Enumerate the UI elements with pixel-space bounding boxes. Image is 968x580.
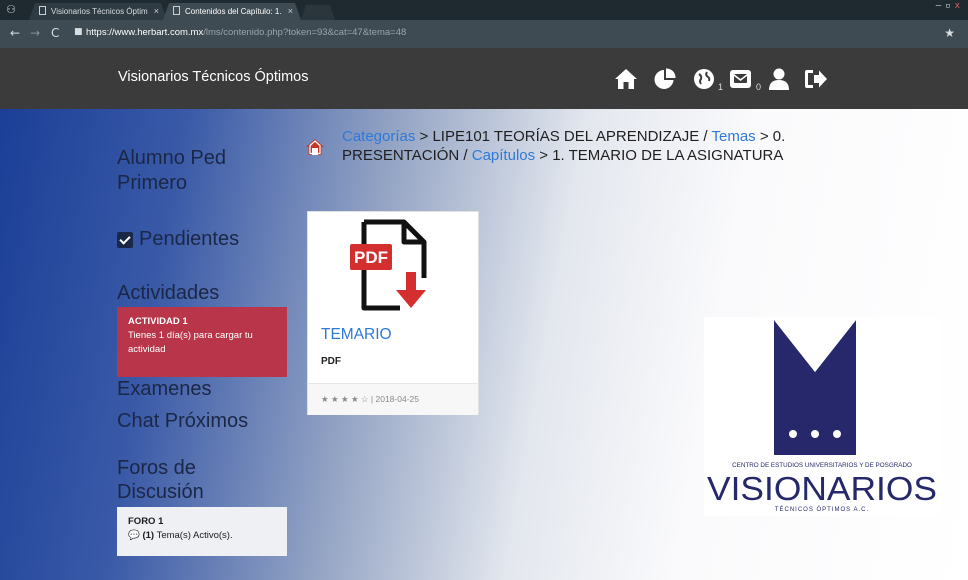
breadcrumb-chapters-link[interactable]: Capítulos [472, 147, 535, 164]
breadcrumb-course: > LIPE101 TEORÍAS DEL APRENDIZAJE / [415, 128, 712, 145]
new-tab-button[interactable] [301, 5, 335, 20]
forum-status: 💬 (1) Tema(s) Activo(s). [128, 530, 276, 541]
brand-name[interactable]: Visionarios Técnicos Óptimos [118, 69, 308, 85]
forum-topic-count: (1) [142, 530, 155, 541]
pending-link[interactable]: Pendientes [117, 228, 239, 251]
tab-label: Contenidos del Capítulo: 1. [185, 7, 282, 16]
comment-icon: 💬 [128, 530, 140, 541]
home-icon[interactable] [613, 68, 639, 90]
address-bar: ← → C ■ https://www.herbart.com.mx/lms/c… [0, 20, 968, 48]
user-icon[interactable] [766, 68, 792, 90]
back-arrow-icon[interactable]: ← [10, 26, 20, 40]
forum-title: FORO 1 [128, 516, 164, 527]
tab-label: Visionarios Técnicos Óptim [51, 7, 148, 16]
chat-link[interactable]: Chat Próximos [117, 409, 248, 433]
activity-description: Tienes 1 día(s) para cargar tu actividad [128, 330, 253, 355]
student-name: Alumno Ped Primero [117, 147, 226, 194]
document-icon [39, 6, 46, 15]
logo-caption-top: CENTRO DE ESTUDIOS UNIVERSITARIOS Y DE P… [732, 462, 912, 469]
breadcrumb-home-icon[interactable] [305, 137, 325, 157]
maximize-icon[interactable]: ▫ [945, 1, 954, 11]
browser-tab-bar: ⚇ Visionarios Técnicos Óptim × Contenido… [0, 0, 968, 20]
url-host: https://www.herbart.com.mx [86, 27, 204, 38]
url-path: /lms/contenido.php?token=93&cat=47&tema=… [203, 27, 407, 38]
breadcrumb: Categorías > LIPE101 TEORÍAS DEL APRENDI… [342, 127, 822, 165]
rating-stars: ★ ★ ★ ★ ☆ [321, 394, 369, 404]
forums-heading: Foros de Discusión [117, 457, 204, 503]
logo-wordmark: VISIONARIOS [707, 470, 937, 507]
activity-card[interactable]: ACTIVIDAD 1 Tienes 1 día(s) para cargar … [117, 307, 287, 377]
activities-heading: Actividades [117, 282, 220, 304]
activity-title: ACTIVIDAD 1 [128, 316, 188, 327]
messages-count: 0 [756, 82, 762, 92]
url-field[interactable]: https://www.herbart.com.mx/lms/contenido… [86, 27, 406, 38]
document-icon [173, 6, 180, 15]
checkbox-icon [117, 231, 133, 248]
site-header: Visionarios Técnicos Óptimos 1 0 [0, 48, 968, 109]
browser-tab[interactable]: Visionarios Técnicos Óptim × [29, 3, 167, 20]
tab-close-icon[interactable]: × [288, 3, 293, 20]
forum-status-text: Tema(s) Activo(s). [156, 530, 233, 541]
content-type: PDF [321, 356, 341, 367]
window-controls[interactable]: –▫x [936, 1, 964, 11]
content-meta: ★ ★ ★ ★ ☆ | 2018-04-25 [321, 394, 419, 404]
close-window-icon[interactable]: x [955, 1, 964, 11]
pie-chart-icon[interactable] [652, 68, 678, 90]
content-title[interactable]: TEMARIO [321, 326, 392, 344]
exams-link[interactable]: Examenes [117, 377, 212, 401]
tab-close-icon[interactable]: × [154, 3, 159, 20]
forum-card[interactable]: FORO 1 💬 (1) Tema(s) Activo(s). [117, 507, 287, 556]
logo-caption-bottom: TÉCNICOS ÓPTIMOS A.C. [775, 506, 869, 513]
breadcrumb-categories-link[interactable]: Categorías [342, 128, 415, 145]
forward-arrow-icon[interactable]: → [30, 26, 40, 40]
bookmark-star-icon[interactable]: ★ [944, 26, 955, 40]
breadcrumb-chapter: > 1. TEMARIO DE LA ASIGNATURA [535, 147, 784, 164]
content-card[interactable]: PDF TEMARIO PDF ★ ★ ★ ★ ☆ | 2018-04-25 [307, 211, 479, 415]
pending-label: Pendientes [139, 228, 240, 250]
incognito-icon: ⚇ [6, 3, 16, 16]
content-date: 2018-04-25 [375, 394, 419, 404]
notifications-count: 1 [718, 82, 724, 92]
reload-icon[interactable]: C [51, 26, 59, 40]
breadcrumb-topics-link[interactable]: Temas [711, 128, 755, 145]
visionarios-logo: CENTRO DE ESTUDIOS UNIVERSITARIOS Y DE P… [704, 317, 940, 516]
pdf-badge-label: PDF [354, 248, 388, 267]
lock-icon: ■ [74, 27, 83, 37]
envelope-icon[interactable] [728, 68, 754, 90]
pdf-download-icon[interactable]: PDF [348, 218, 438, 314]
globe-icon[interactable] [691, 68, 717, 90]
minimize-icon[interactable]: – [936, 1, 945, 11]
browser-tab-active[interactable]: Contenidos del Capítulo: 1. × [163, 3, 301, 20]
sign-out-icon[interactable] [803, 68, 829, 90]
